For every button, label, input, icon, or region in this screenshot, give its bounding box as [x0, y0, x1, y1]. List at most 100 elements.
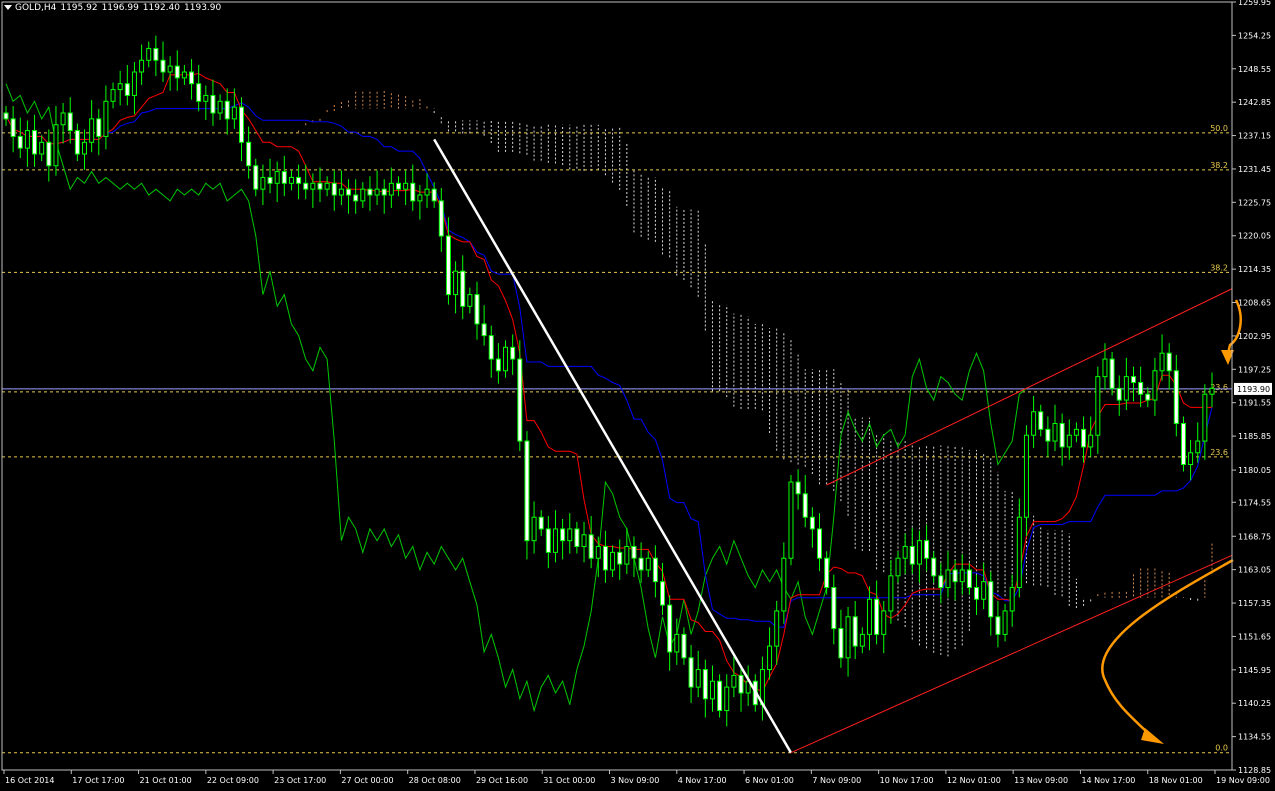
candle-body — [1116, 387, 1122, 401]
fib-level-label: 0.0 — [1215, 744, 1228, 753]
candle-body — [831, 587, 837, 630]
candle-body — [1052, 422, 1058, 442]
candle-body — [959, 569, 965, 583]
candle-body — [674, 633, 680, 653]
candle-body — [231, 106, 237, 120]
candle-body — [39, 141, 45, 155]
candle-body — [53, 124, 59, 167]
candles — [3, 35, 1215, 727]
y-tick-label: 1163.05 — [1238, 566, 1271, 575]
candle-body — [1195, 440, 1201, 454]
x-tick-label: 22 Oct 09:00 — [207, 776, 259, 785]
candle-body — [203, 94, 209, 102]
candle-body — [146, 48, 152, 61]
candle-body — [1066, 434, 1072, 448]
candle-body — [681, 633, 687, 659]
x-tick-label: 19 Nov 09:00 — [1216, 776, 1270, 785]
candle-body — [524, 440, 530, 542]
candle-body — [189, 71, 195, 85]
current-price-label: 1193.90 — [1237, 385, 1270, 394]
y-tick-label: 1157.35 — [1238, 599, 1271, 608]
candle-body — [645, 557, 651, 571]
candle-body — [1059, 422, 1065, 448]
candle-body — [1173, 370, 1179, 424]
candle-body — [281, 171, 287, 184]
candle-body — [174, 65, 180, 79]
candle-body — [688, 657, 694, 688]
candle-body — [638, 557, 644, 571]
candle-body — [3, 112, 9, 120]
candle-body — [709, 680, 715, 700]
scenario-arrow-long — [1101, 558, 1234, 736]
candle-body — [531, 516, 537, 542]
candle-body — [774, 610, 780, 647]
candle-body — [424, 188, 430, 196]
candle-body — [538, 516, 544, 530]
x-tick-label: 3 Nov 09:00 — [611, 776, 660, 785]
candle-body — [817, 528, 823, 559]
candle-body — [181, 71, 187, 79]
candle-body — [1123, 376, 1129, 401]
candle-body — [381, 188, 387, 196]
y-tick-label: 1168.75 — [1238, 532, 1271, 541]
candle-body — [995, 616, 1001, 635]
candle-body — [460, 270, 466, 307]
x-tick-label: 29 Oct 16:00 — [476, 776, 528, 785]
x-tick-label: 13 Nov 09:00 — [1014, 776, 1068, 785]
y-tick-label: 1220.05 — [1238, 232, 1271, 241]
candle-body — [495, 358, 501, 372]
y-tick-label: 1202.95 — [1238, 332, 1271, 341]
x-tick-label: 10 Nov 17:00 — [880, 776, 934, 785]
y-tick-label: 1145.95 — [1238, 666, 1271, 675]
candle-body — [1102, 358, 1108, 378]
x-tick-label: 16 Oct 2014 — [5, 776, 54, 785]
candle-body — [331, 182, 337, 196]
candle-body — [1131, 376, 1137, 383]
candle-body — [938, 575, 944, 589]
candle-body — [388, 182, 394, 196]
kijun-sen-line — [5, 102, 1213, 628]
candle-body — [10, 118, 16, 137]
candle-body — [1145, 393, 1151, 401]
drawings — [433, 138, 1242, 754]
x-tick-label: 12 Nov 01:00 — [947, 776, 1001, 785]
candle-body — [267, 176, 273, 184]
candle-body — [117, 83, 123, 91]
scenario-arrow-short — [1225, 299, 1242, 359]
candle-body — [1002, 610, 1008, 635]
candle-body — [966, 569, 972, 589]
y-tick-label: 1242.85 — [1238, 98, 1271, 107]
x-tick-label: 31 Oct 00:00 — [543, 776, 595, 785]
candle-body — [1109, 358, 1115, 389]
candle-body — [567, 528, 573, 542]
candle-body — [510, 346, 516, 360]
y-tick-label: 1185.85 — [1238, 432, 1271, 441]
candle-body — [845, 616, 851, 659]
candle-body — [367, 188, 373, 196]
price-chart[interactable]: 50.038.238.223.623.60.0 1259.951254.2512… — [0, 0, 1275, 791]
fib-level-label: 23.6 — [1210, 448, 1228, 457]
candle-body — [1009, 587, 1015, 612]
candle-body — [124, 83, 130, 96]
candle-body — [809, 516, 815, 530]
candle-body — [1188, 452, 1194, 465]
candle-body — [1152, 370, 1158, 401]
y-tick-label: 1248.55 — [1238, 65, 1271, 74]
candle-body — [795, 481, 801, 495]
y-tick-label: 1134.55 — [1238, 733, 1271, 742]
candle-body — [217, 100, 223, 114]
y-tick-label: 1140.25 — [1238, 699, 1271, 708]
candle-body — [1038, 411, 1044, 430]
candle-body — [781, 557, 787, 612]
candle-body — [346, 188, 352, 196]
candle-body — [738, 674, 744, 694]
candle-body — [574, 528, 580, 548]
candle-body — [895, 557, 901, 577]
candle-body — [717, 680, 723, 712]
candle-body — [60, 112, 66, 126]
candle-body — [403, 182, 409, 190]
candle-body — [196, 83, 202, 102]
downtrend-line — [433, 138, 793, 754]
candle-body — [353, 194, 359, 202]
y-tick-label: 1208.65 — [1238, 299, 1271, 308]
